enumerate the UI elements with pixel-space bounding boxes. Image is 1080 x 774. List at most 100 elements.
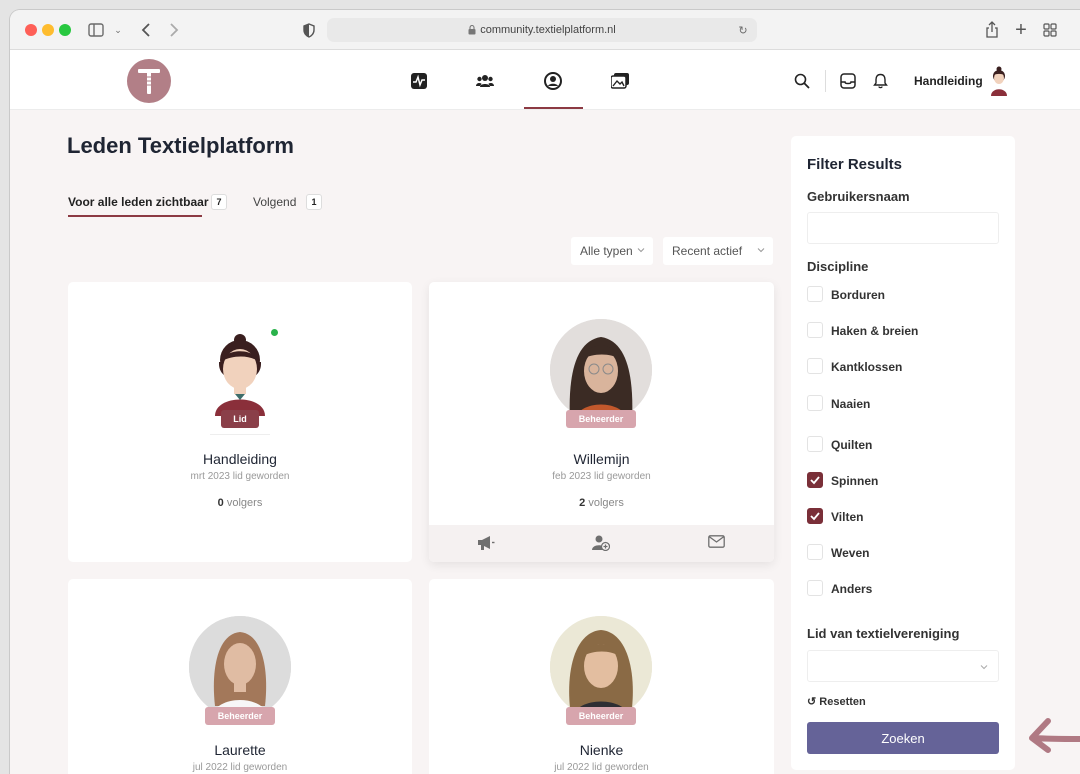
search-button[interactable]: Zoeken	[807, 722, 999, 754]
member-name[interactable]: Laurette	[68, 742, 412, 758]
role-badge: Beheerder	[566, 410, 636, 428]
member-joined: jul 2022 lid geworden	[192, 762, 288, 773]
member-avatar[interactable]	[189, 616, 291, 718]
tab-all-members-count: 7	[211, 194, 227, 210]
tab-overview-icon[interactable]	[1042, 21, 1058, 39]
role-badge: Beheerder	[566, 707, 636, 725]
checkbox-quilten[interactable]	[807, 436, 823, 452]
new-tab-icon[interactable]: +	[1013, 19, 1029, 41]
checkbox-naaien[interactable]	[807, 395, 823, 411]
member-type-select-value: Alle typen	[580, 244, 633, 258]
chevron-down-icon	[980, 665, 988, 670]
member-joined: mrt 2023 lid geworden	[190, 471, 290, 482]
member-type-select[interactable]: Alle typen	[571, 237, 653, 265]
groups-icon[interactable]	[476, 72, 494, 90]
discipline-label: Discipline	[807, 259, 869, 274]
logo-t-icon	[138, 69, 160, 94]
browser-window: ⌄ community.textielplatform.nl ↻ + Handl…	[10, 10, 1080, 774]
photos-icon[interactable]	[611, 72, 629, 90]
tab-all-members[interactable]: Voor alle leden zichtbaar	[68, 195, 208, 209]
chevron-down-icon	[757, 248, 765, 253]
checkbox-label-borduren[interactable]: Borduren	[831, 288, 885, 302]
members-icon[interactable]	[544, 72, 562, 90]
username-input[interactable]	[807, 212, 999, 244]
member-name[interactable]: Handleiding	[68, 451, 412, 467]
checkbox-haken-breien[interactable]	[807, 322, 823, 338]
member-actions	[429, 525, 774, 562]
checkbox-label-weven[interactable]: Weven	[831, 546, 869, 560]
header-user-name[interactable]: Handleiding	[914, 74, 983, 88]
member-name[interactable]: Willemijn	[429, 451, 774, 467]
activity-icon[interactable]	[410, 72, 428, 90]
association-select[interactable]	[807, 650, 999, 682]
member-card[interactable]: Beheerder Nienke jul 2022 lid geworden	[429, 579, 774, 774]
member-followers: 2 volgers	[429, 497, 774, 509]
active-tab-indicator	[68, 215, 202, 217]
member-joined: jul 2022 lid geworden	[554, 762, 649, 773]
tab-following[interactable]: Volgend	[253, 195, 296, 209]
shield-icon[interactable]	[302, 22, 316, 38]
checkbox-vilten[interactable]	[807, 508, 823, 524]
zoom-window-button[interactable]	[59, 24, 71, 36]
followers-count: 2	[579, 497, 586, 509]
mail-icon[interactable]	[708, 535, 725, 553]
member-card[interactable]: Lid Handleiding mrt 2023 lid geworden 0 …	[68, 282, 412, 562]
member-followers: 0 volgers	[68, 497, 412, 509]
checkbox-label-spinnen[interactable]: Spinnen	[831, 474, 878, 488]
followers-count: 0	[217, 497, 224, 509]
member-joined: feb 2023 lid geworden	[552, 471, 651, 482]
checkbox-anders[interactable]	[807, 580, 823, 596]
browser-toolbar: ⌄ community.textielplatform.nl ↻ +	[10, 10, 1080, 50]
member-name[interactable]: Nienke	[429, 742, 774, 758]
avatar-divider	[210, 434, 270, 435]
followers-label: volgers	[226, 497, 263, 509]
header-divider	[825, 70, 826, 92]
reload-icon[interactable]: ↻	[737, 23, 749, 37]
follow-user-icon[interactable]	[592, 535, 611, 556]
site-logo[interactable]	[127, 59, 171, 103]
checkbox-label-vilten[interactable]: Vilten	[831, 510, 863, 524]
active-nav-indicator	[524, 107, 583, 109]
sidebar-icon[interactable]	[88, 22, 104, 38]
reset-link[interactable]: ↺ Resetten	[807, 695, 866, 708]
checkbox-label-naaien[interactable]: Naaien	[831, 397, 870, 411]
url-text: community.textielplatform.nl	[480, 24, 616, 36]
reset-label: Resetten	[819, 696, 866, 708]
role-badge: Beheerder	[205, 707, 275, 725]
site-header: Handleiding	[10, 50, 1080, 110]
member-avatar[interactable]	[189, 314, 291, 416]
back-icon[interactable]	[139, 21, 153, 39]
page-title: Leden Textielplatform	[67, 133, 294, 158]
checkbox-label-haken-breien[interactable]: Haken & breien	[831, 324, 918, 338]
filter-panel: Filter Results Gebruikersnaam Discipline…	[791, 136, 1015, 770]
member-card[interactable]: Beheerder Willemijn feb 2023 lid geworde…	[429, 282, 774, 562]
search-icon[interactable]	[793, 72, 811, 90]
tab-following-count: 1	[306, 194, 322, 210]
close-window-button[interactable]	[25, 24, 37, 36]
forward-icon[interactable]	[167, 21, 181, 39]
member-avatar[interactable]	[550, 319, 652, 421]
sort-select-value: Recent actief	[672, 244, 743, 258]
filter-title: Filter Results	[807, 156, 903, 173]
inbox-icon[interactable]	[839, 72, 857, 90]
minimize-window-button[interactable]	[42, 24, 54, 36]
reset-icon: ↺	[807, 696, 817, 708]
member-avatar[interactable]	[550, 616, 652, 718]
share-icon[interactable]	[984, 20, 1000, 40]
chevron-down-icon[interactable]: ⌄	[113, 24, 123, 36]
checkbox-label-quilten[interactable]: Quilten	[831, 438, 872, 452]
header-avatar[interactable]	[988, 66, 1010, 96]
checkbox-borduren[interactable]	[807, 286, 823, 302]
address-bar[interactable]: community.textielplatform.nl ↻	[327, 18, 757, 42]
checkbox-kantklossen[interactable]	[807, 358, 823, 374]
megaphone-icon[interactable]	[477, 535, 495, 556]
username-label: Gebruikersnaam	[807, 189, 910, 204]
checkbox-spinnen[interactable]	[807, 472, 823, 488]
sort-select[interactable]: Recent actief	[663, 237, 773, 265]
checkbox-weven[interactable]	[807, 544, 823, 560]
checkbox-label-anders[interactable]: Anders	[831, 582, 872, 596]
followers-label: volgers	[588, 497, 624, 509]
checkbox-label-kantklossen[interactable]: Kantklossen	[831, 360, 902, 374]
bell-icon[interactable]	[871, 72, 889, 90]
member-card[interactable]: Beheerder Laurette jul 2022 lid geworden	[68, 579, 412, 774]
